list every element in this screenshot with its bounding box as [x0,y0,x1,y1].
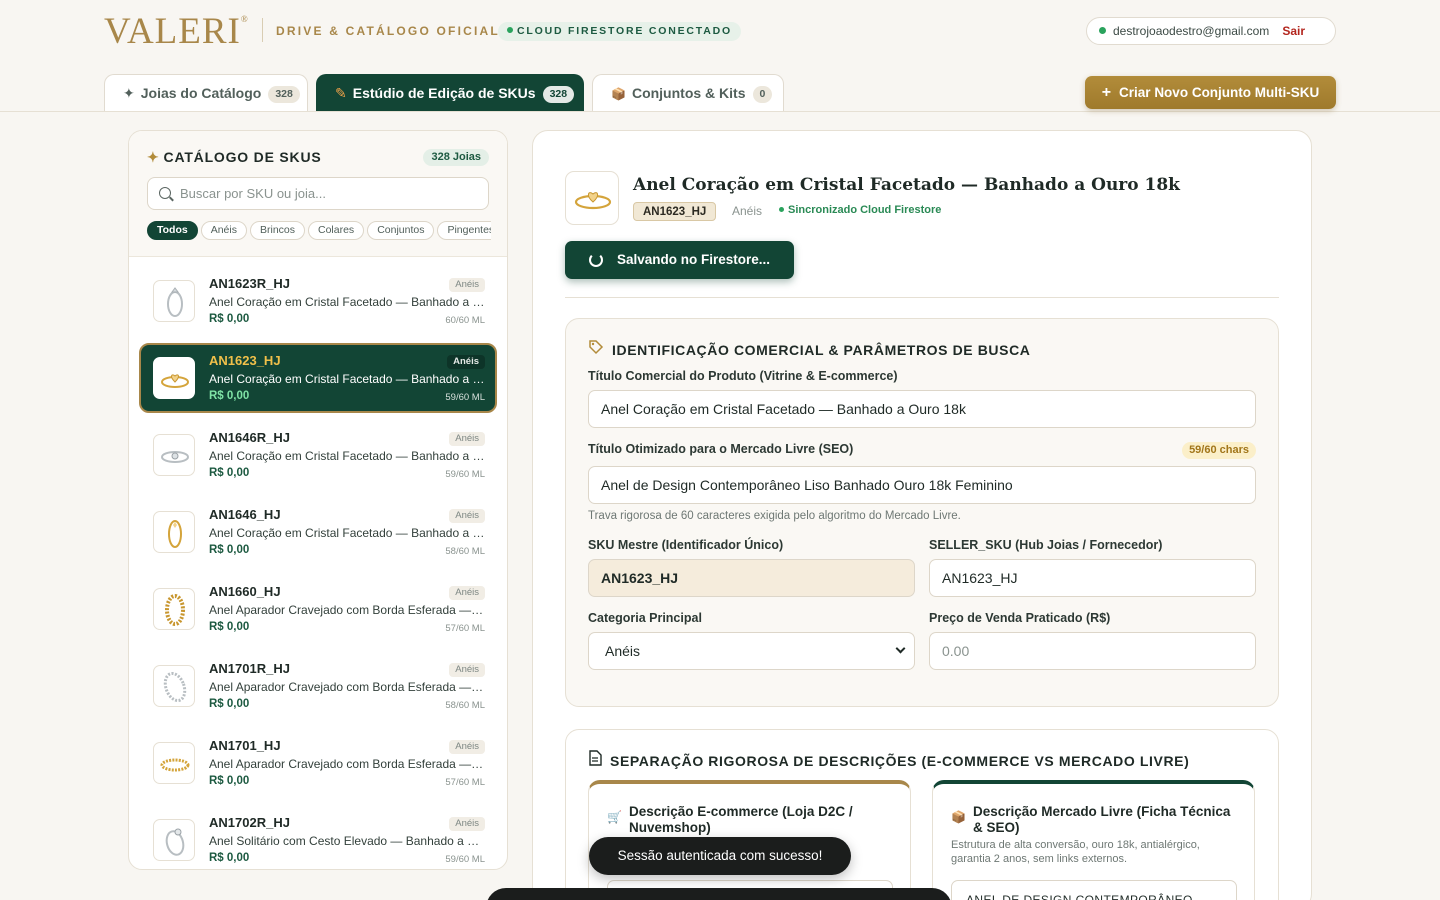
filter-chip-conjuntos[interactable]: Conjuntos [367,221,435,240]
seller-sku-input[interactable]: AN1623_HJ [929,559,1256,597]
sparkle-icon: ✦ [147,149,160,165]
identification-section: IDENTIFICAÇÃO COMERCIAL & PARÂMETROS DE … [565,318,1279,707]
category-select[interactable]: Anéis [588,632,915,670]
tab-count: 328 [268,86,300,103]
sku-list-item[interactable]: AN1702R_HJ Anéis Anel Solitário com Cest… [139,805,497,869]
sku-editor-panel: Anel Coração em Cristal Facetado — Banha… [532,130,1312,900]
sku-list-item[interactable]: AN1701R_HJ Anéis Anel Aparador Cravejado… [139,651,497,721]
ring-thumbnail [153,665,195,707]
filter-chip-aneis[interactable]: Anéis [200,221,247,240]
product-sku-badge: AN1623_HJ [633,202,717,221]
logout-button[interactable]: Sair [1282,18,1305,44]
sidebar-header: ✦ CATÁLOGO DE SKUS 328 Joias Buscar por S… [129,131,507,257]
firestore-status-badge: CLOUD FIRESTORE CONECTADO [498,22,741,41]
product-title: Anel Coração em Cristal Facetado — Banha… [633,175,1180,195]
session-toast: Sessão autenticada com sucesso! [589,837,851,875]
seo-char-counter: 59/60 chars [1182,442,1256,459]
search-icon [159,187,171,199]
filter-chip-pingentes[interactable]: Pingentes [437,221,491,240]
price-input[interactable]: 0.00 [929,632,1256,670]
save-firestore-button[interactable]: Salvando no Firestore... [565,241,794,279]
mercadolivre-description-subtitle: Estrutura de alta conversão, ouro 18k, a… [951,839,1200,865]
seo-title-label: Título Otimizado para o Mercado Livre (S… [588,442,854,456]
divider [565,297,1279,298]
pencil-icon: ✎ [335,85,347,101]
commercial-title-label: Título Comercial do Produto (Vitrine & E… [588,369,898,383]
commercial-title-input[interactable]: Anel Coração em Cristal Facetado — Banha… [588,390,1256,428]
user-email: destrojoaodestro@gmail.com [1113,24,1270,38]
tab-count: 0 [752,86,773,103]
sku-list-item[interactable]: AN1646_HJ Anéis Anel Coração em Cristal … [139,497,497,567]
chevron-down-icon [895,643,906,654]
create-multi-sku-set-button[interactable]: + Criar Novo Conjunto Multi-SKU [1085,76,1336,109]
master-sku-label: SKU Mestre (Identificador Único) [588,538,784,552]
section-title: IDENTIFICAÇÃO COMERCIAL & PARÂMETROS DE … [588,339,1031,358]
logo-divider [262,18,263,42]
sku-search-input[interactable]: Buscar por SKU ou joia... [147,177,489,210]
master-sku-field: AN1623_HJ [588,559,915,597]
mercadolivre-description-title: Descrição Mercado Livre (Ficha Técnica &… [973,804,1231,835]
product-category-label: Anéis [732,204,763,218]
product-thumbnail [565,171,619,225]
loading-spinner-icon [589,253,603,267]
package-icon: 📦 [611,87,626,101]
user-session-pill: destrojoaodestro@gmail.com Sair [1086,17,1336,45]
section-title: SEPARAÇÃO RIGOROSA DE DESCRIÇÕES (E-COMM… [588,750,1189,769]
tab-sku-editor[interactable]: ✎ Estúdio de Edição de SKUs 328 [316,74,584,111]
filter-chip-colares[interactable]: Colares [308,221,365,240]
filter-chip-todos[interactable]: Todos [147,221,198,240]
seller-sku-label: SELLER_SKU (Hub Joias / Fornecedor) [929,538,1163,552]
brand-subtitle: DRIVE & CATÁLOGO OFICIAL [276,24,500,38]
ring-thumbnail [153,588,195,630]
package-icon: 📦 [951,810,966,824]
ring-thumbnail [153,742,195,784]
ring-thumbnail [153,819,195,861]
mercadolivre-description-textarea[interactable]: ANEL DE DESIGN CONTEMPORÂNEO [951,880,1237,900]
category-filter-chips: Todos Anéis Brincos Colares Conjuntos Pingent… [147,220,491,240]
ring-thumbnail [153,357,195,399]
sku-catalog-sidebar: ✦ CATÁLOGO DE SKUS 328 Joias Buscar por S… [128,130,508,870]
document-icon [588,750,602,769]
bottom-dock [486,888,952,900]
ecommerce-description-title: Descrição E-commerce (Loja D2C / Nuvemsh… [629,804,853,835]
price-label: Preço de Venda Praticado (R$) [929,611,1111,625]
ring-thumbnail [153,511,195,553]
sku-list-item-selected[interactable]: AN1623_HJ Anéis Anel Coração em Cristal … [139,343,497,413]
sku-count-badge: 328 Joias [423,149,489,166]
tab-sets-kits[interactable]: 📦 Conjuntos & Kits 0 [592,74,784,111]
seo-hint: Trava rigorosa de 60 caracteres exigida … [588,510,961,522]
sku-list-item[interactable]: AN1660_HJ Anéis Anel Aparador Cravejado … [139,574,497,644]
top-bar: VALERI® DRIVE & CATÁLOGO OFICIAL CLOUD F… [0,0,1440,112]
cart-icon: 🛒 [607,810,622,824]
seo-title-input[interactable]: Anel de Design Contemporâneo Liso Banhad… [588,466,1256,504]
filter-chip-brincos[interactable]: Brincos [249,221,305,240]
online-dot-icon [1099,27,1106,34]
sku-list-item[interactable]: AN1646R_HJ Anéis Anel Coração em Cristal… [139,420,497,490]
sync-dot-icon [779,207,784,212]
brand-logo[interactable]: VALERI® [104,10,249,53]
category-label: Categoria Principal [588,611,702,625]
mercadolivre-description-card: 📦 Descrição Mercado Livre (Ficha Técnica… [932,780,1255,900]
tab-catalog[interactable]: ✦ Joias do Catálogo 328 [104,74,308,111]
sku-list-item[interactable]: AN1701_HJ Anéis Anel Aparador Cravejado … [139,728,497,798]
plus-icon: + [1101,84,1112,101]
sync-status: Sincronizado Cloud Firestore [779,204,941,216]
ring-thumbnail [153,434,195,476]
tab-count: 328 [542,86,575,103]
status-dot-icon [507,27,513,33]
sparkle-icon: ✦ [123,85,135,101]
tag-icon [588,339,604,358]
ring-thumbnail [153,280,195,322]
sidebar-title: ✦ CATÁLOGO DE SKUS [147,149,322,165]
sku-list-item[interactable]: AN1623R_HJ Anéis Anel Coração em Cristal… [139,266,497,336]
